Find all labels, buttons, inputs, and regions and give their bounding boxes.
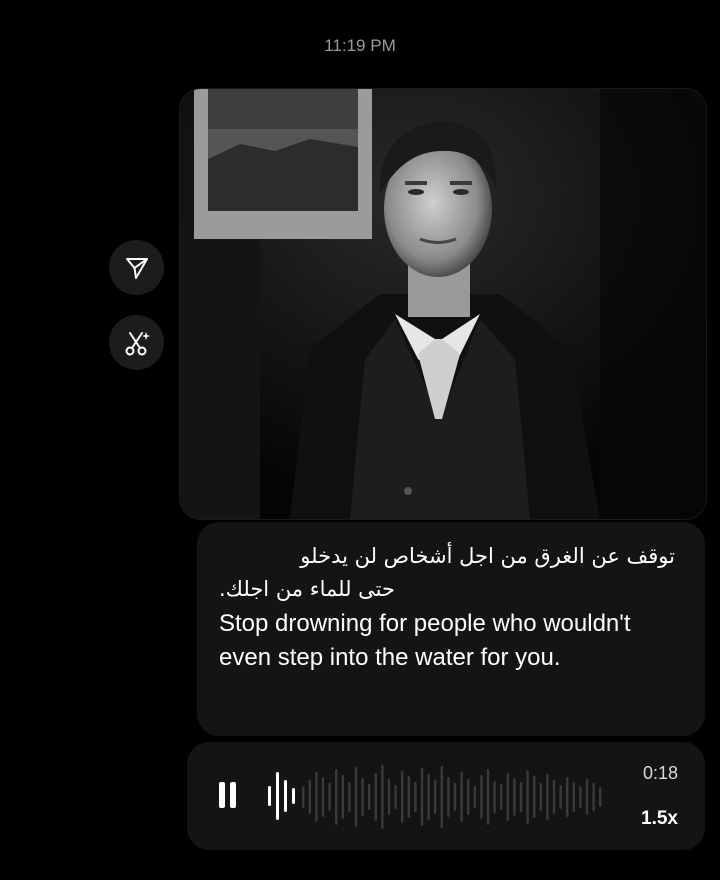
- english-text: Stop drowning for people who wouldn't ev…: [219, 610, 631, 671]
- waveform-bar: [519, 782, 523, 812]
- message-bubble[interactable]: توقف عن الغرق من اجل أشخاص لن يدخلو حتى …: [197, 522, 705, 736]
- waveform-bar: [354, 767, 358, 827]
- waveform-bar: [427, 774, 430, 820]
- waveform-bar: [493, 781, 496, 813]
- waveform-bar: [486, 769, 490, 825]
- waveform-bar: [467, 779, 470, 815]
- waveform-bar: [401, 771, 404, 823]
- waveform-bar: [572, 782, 575, 812]
- waveform-bar: [341, 775, 344, 819]
- waveform-remaining[interactable]: [300, 758, 610, 836]
- waveform-bar: [480, 775, 483, 819]
- waveform-bar: [552, 780, 556, 814]
- playback-speed-button[interactable]: 1.5x: [614, 808, 678, 830]
- portrait-photo: [180, 89, 706, 519]
- arabic-text-line-1: توقف عن الغرق من اجل أشخاص لن يدخلو: [300, 544, 675, 568]
- paper-plane-icon: [125, 257, 148, 279]
- waveform-bar: [500, 784, 503, 810]
- waveform-bar: [585, 779, 589, 815]
- waveform-bar: [368, 784, 371, 810]
- audio-duration: 0:18: [642, 763, 678, 783]
- waveform-bar: [506, 773, 509, 821]
- waveform-bar: [361, 778, 364, 816]
- waveform-bar: [592, 783, 595, 811]
- waveform-bar: [315, 772, 318, 822]
- waveform-bar: [414, 782, 417, 812]
- waveform-bar: [387, 779, 391, 815]
- waveform-bar: [539, 783, 542, 811]
- waveform-bar: [447, 777, 450, 817]
- message-timestamp: 11:19 PM: [324, 36, 396, 55]
- waveform-bar: [566, 777, 569, 817]
- waveform-bar: [374, 773, 377, 821]
- waveform-bar: [420, 768, 424, 826]
- scissors-sparkle-icon: [125, 331, 150, 355]
- waveform-bar: [335, 769, 338, 825]
- waveform-bar: [321, 777, 325, 817]
- waveform-bar: [453, 783, 457, 811]
- waveform-bar: [579, 786, 582, 808]
- share-button[interactable]: [109, 240, 164, 295]
- waveform-bar: [546, 774, 549, 820]
- waveform-bar: [473, 786, 476, 808]
- waveform-bar: [434, 780, 437, 814]
- waveform-bar: [526, 770, 529, 824]
- waveform-bar: [302, 786, 305, 808]
- waveform-bar: [440, 766, 443, 828]
- photo-attachment[interactable]: [179, 88, 707, 520]
- waveform-bar: [533, 776, 536, 818]
- waveform-bar: [407, 776, 410, 818]
- waveform-bar: [394, 785, 397, 809]
- waveform-bar: [460, 772, 463, 822]
- waveform-bar: [348, 782, 351, 812]
- waveform-bar: [513, 778, 516, 816]
- edit-button[interactable]: [109, 315, 164, 370]
- waveform-bar: [328, 783, 331, 811]
- pause-icon[interactable]: [217, 780, 239, 810]
- waveform-played: [268, 772, 295, 820]
- waveform-bar: [308, 780, 311, 814]
- arabic-text-line-2: حتى للماء من اجلك.: [219, 577, 395, 601]
- waveform-bar: [381, 765, 384, 829]
- waveform-bar: [599, 787, 602, 807]
- waveform-bar: [559, 785, 562, 809]
